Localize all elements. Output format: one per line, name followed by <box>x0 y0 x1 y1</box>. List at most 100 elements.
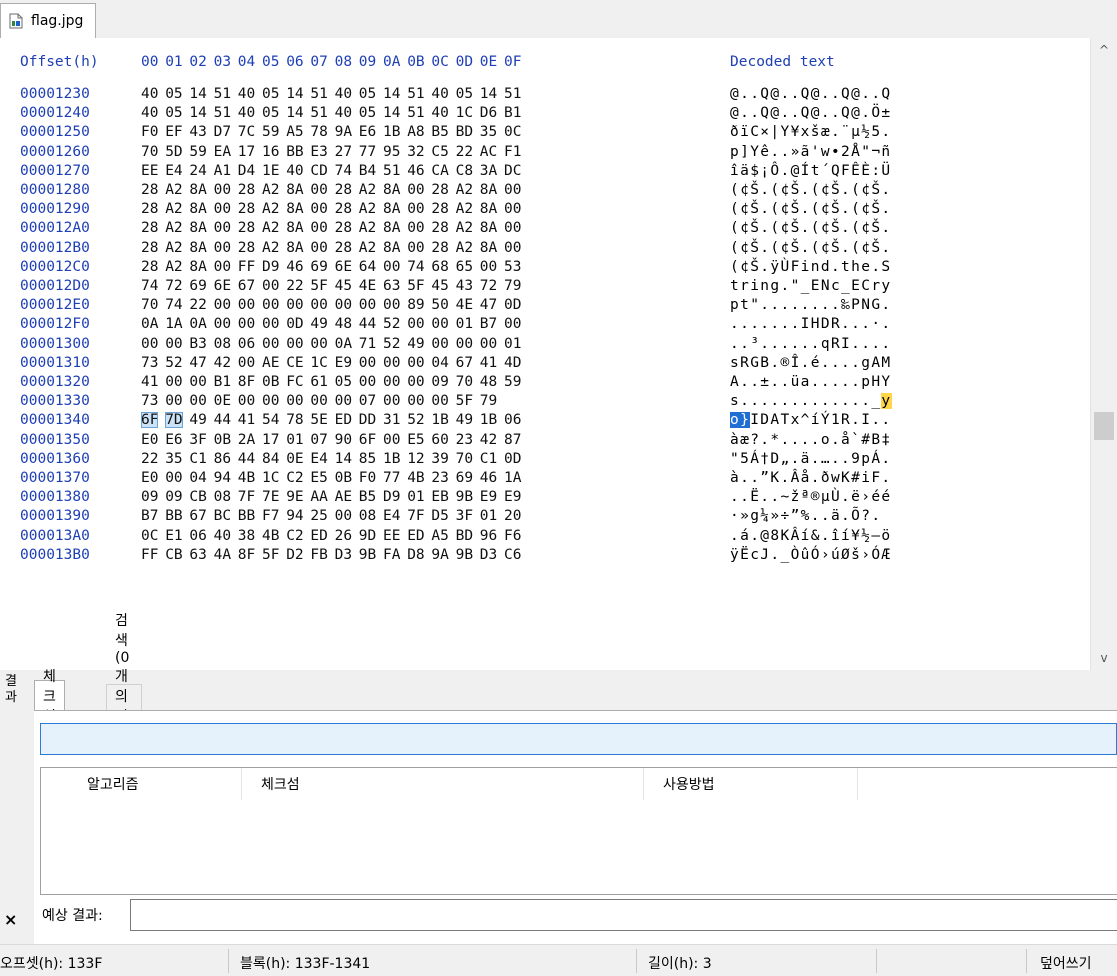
hex-byte[interactable]: E5 <box>310 470 327 486</box>
hex-byte[interactable]: 8A <box>480 220 497 236</box>
decoded-text-row[interactable]: o}IDATx^íÝ1R.I.. <box>730 412 892 429</box>
hex-byte[interactable]: 69 <box>310 259 327 275</box>
hex-byte[interactable]: 09 <box>165 489 182 505</box>
hex-byte[interactable]: 00 <box>407 316 424 332</box>
decoded-text-row[interactable]: ÿËcJ._ÒûÓ›úØš›ÓÆ <box>730 547 892 563</box>
hex-byte[interactable]: A2 <box>165 240 182 256</box>
hex-byte[interactable]: B1 <box>214 374 231 390</box>
hex-byte[interactable]: 00 <box>214 201 231 217</box>
hex-byte[interactable]: 00 <box>310 393 327 409</box>
hex-byte[interactable]: 8A <box>480 240 497 256</box>
hex-byte[interactable]: 0C <box>141 528 158 544</box>
hex-byte[interactable]: 69 <box>456 470 473 486</box>
hex-byte[interactable]: E3 <box>310 144 327 160</box>
hex-byte[interactable]: 00 <box>383 393 400 409</box>
hex-byte[interactable]: 00 <box>310 297 327 313</box>
hex-byte[interactable]: D2 <box>286 547 303 563</box>
hex-byte[interactable]: 41 <box>141 374 158 390</box>
hex-byte[interactable]: 51 <box>214 86 231 102</box>
hex-byte[interactable]: 51 <box>407 86 424 102</box>
hex-byte[interactable]: D9 <box>262 259 279 275</box>
hex-byte[interactable]: D5 <box>431 508 448 524</box>
hex-byte[interactable]: 00 <box>407 220 424 236</box>
hex-byte[interactable]: 0B <box>262 374 279 390</box>
hex-byte[interactable]: 00 <box>383 355 400 371</box>
hex-byte[interactable]: 00 <box>504 316 521 332</box>
hex-byte[interactable]: BD <box>456 124 473 140</box>
hex-byte[interactable]: 96 <box>480 528 497 544</box>
hex-byte[interactable]: 0E <box>214 393 231 409</box>
hex-byte[interactable]: 08 <box>214 489 231 505</box>
hex-byte[interactable]: 00 <box>504 220 521 236</box>
hex-byte[interactable]: 00 <box>165 336 182 352</box>
hex-byte[interactable]: 67 <box>238 278 255 294</box>
hex-byte[interactable]: 00 <box>310 220 327 236</box>
hex-byte[interactable]: CA <box>431 163 448 179</box>
hex-byte[interactable]: 42 <box>480 432 497 448</box>
hex-byte[interactable]: 00 <box>504 201 521 217</box>
hex-byte[interactable]: 5F <box>262 547 279 563</box>
hex-byte[interactable]: 0A <box>189 316 206 332</box>
decoded-text-row[interactable]: @..Q@..Q@..Q@..Q <box>730 86 892 102</box>
hex-byte[interactable]: 94 <box>214 470 231 486</box>
hex-byte[interactable]: 28 <box>141 182 158 198</box>
hex-byte[interactable]: 40 <box>286 163 303 179</box>
hex-byte[interactable]: 51 <box>214 105 231 121</box>
hex-byte[interactable]: 08 <box>359 508 376 524</box>
hex-byte[interactable]: 00 <box>359 355 376 371</box>
hex-byte[interactable]: 5F <box>407 278 424 294</box>
hex-byte[interactable]: 1A <box>165 316 182 332</box>
hex-byte[interactable]: 09 <box>431 374 448 390</box>
hex-byte[interactable]: 00 <box>165 374 182 390</box>
column-divider[interactable] <box>241 768 242 800</box>
hex-byte[interactable]: 05 <box>262 86 279 102</box>
hex-byte[interactable]: 00 <box>214 316 231 332</box>
hex-byte[interactable]: 40 <box>431 105 448 121</box>
hex-byte[interactable]: 0A <box>335 336 352 352</box>
hex-byte[interactable]: 28 <box>431 240 448 256</box>
hex-byte[interactable]: 28 <box>238 182 255 198</box>
decoded-text-row[interactable]: ..Ë..~žª®µÙ.ë›éé <box>730 489 892 505</box>
hex-byte[interactable]: 06 <box>504 412 521 428</box>
hex-byte[interactable]: 31 <box>383 412 400 428</box>
decoded-text-row[interactable]: (¢Š.ÿÙFind.the.S <box>730 259 892 275</box>
hex-byte[interactable]: 48 <box>335 316 352 332</box>
expected-result-input[interactable] <box>130 899 1117 931</box>
hex-byte[interactable]: 25 <box>310 508 327 524</box>
decoded-text-row[interactable]: s............._y <box>730 393 892 410</box>
hex-byte[interactable]: 51 <box>504 86 521 102</box>
hex-byte[interactable]: E9 <box>480 489 497 505</box>
hex-byte[interactable]: 05 <box>359 86 376 102</box>
hex-byte[interactable]: DC <box>504 163 521 179</box>
hex-byte[interactable]: 78 <box>286 412 303 428</box>
hex-byte[interactable]: 46 <box>480 470 497 486</box>
hex-byte[interactable]: A2 <box>359 220 376 236</box>
hex-byte[interactable]: C5 <box>431 144 448 160</box>
hex-byte[interactable]: CD <box>310 163 327 179</box>
hex-byte[interactable]: 40 <box>238 105 255 121</box>
hex-byte[interactable]: FC <box>286 374 303 390</box>
decoded-text-row[interactable]: .......IHDR...·. <box>730 316 892 332</box>
hex-byte[interactable]: EA <box>214 144 231 160</box>
hex-byte[interactable]: 00 <box>335 297 352 313</box>
hex-byte[interactable]: 41 <box>238 412 255 428</box>
scroll-down-icon[interactable]: v <box>1091 646 1117 670</box>
column-divider[interactable] <box>857 768 858 800</box>
hex-byte[interactable]: 71 <box>359 336 376 352</box>
hex-byte[interactable]: B1 <box>504 105 521 121</box>
hex-byte[interactable]: 00 <box>407 182 424 198</box>
hex-byte[interactable]: 14 <box>189 105 206 121</box>
hex-byte[interactable]: 7F <box>238 489 255 505</box>
hex-byte[interactable]: 0C <box>504 124 521 140</box>
hex-byte[interactable]: A2 <box>456 240 473 256</box>
hex-byte[interactable]: 23 <box>431 470 448 486</box>
hex-byte[interactable]: 00 <box>310 336 327 352</box>
decoded-text-row[interactable]: tring."_ENc_ECry <box>730 278 892 294</box>
hex-byte[interactable]: A2 <box>359 201 376 217</box>
hex-byte[interactable]: 0B <box>335 470 352 486</box>
hex-byte[interactable]: 9B <box>359 547 376 563</box>
hex-byte[interactable]: 28 <box>238 220 255 236</box>
hex-byte[interactable]: 01 <box>504 336 521 352</box>
hex-byte[interactable]: 00 <box>504 240 521 256</box>
hex-byte[interactable]: 0B <box>214 432 231 448</box>
